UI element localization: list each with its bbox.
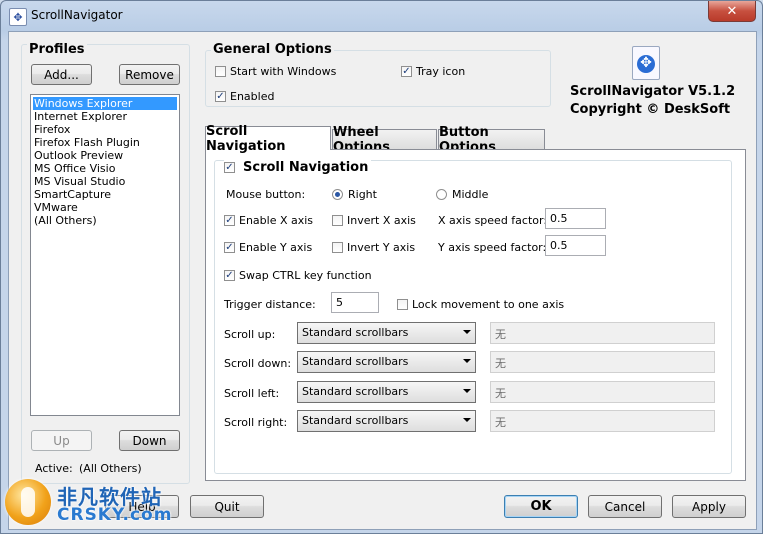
general-options-title: General Options	[211, 42, 334, 57]
invert-x-axis-checkbox[interactable]: Invert X axis	[332, 214, 416, 227]
list-item[interactable]: SmartCapture	[33, 188, 177, 201]
chevron-down-icon	[463, 418, 471, 422]
scroll-navigator-icon: ✥	[9, 8, 27, 26]
chevron-down-icon	[463, 359, 471, 363]
scroll-right-select[interactable]: Standard scrollbars	[297, 410, 476, 432]
ok-button[interactable]: OK	[504, 495, 578, 518]
tray-icon-check: ✓	[401, 65, 412, 77]
remove-profile-button[interactable]: Remove	[119, 64, 180, 85]
profiles-title: Profiles	[27, 42, 87, 57]
x-speed-label: X axis speed factor:	[438, 214, 548, 227]
watermark-en: CRSKY.com	[57, 505, 173, 525]
enabled-check: ✓	[215, 90, 226, 102]
tab-wheel-options[interactable]: Wheel Options	[332, 125, 437, 155]
move-up-button[interactable]: Up	[31, 430, 92, 451]
tab-button-options[interactable]: Button Options	[438, 125, 545, 155]
title-bar[interactable]: ✥ ScrollNavigator ✕	[1, 1, 762, 31]
scroll-right-hotkey[interactable]: 无	[490, 410, 715, 432]
scroll-left-hotkey[interactable]: 无	[490, 381, 715, 403]
scroll-navigation-checkbox[interactable]: ✓ Scroll Navigation	[224, 160, 372, 175]
list-item[interactable]: Windows Explorer	[33, 97, 177, 110]
copyright: Copyright © DeskSoft	[570, 102, 731, 117]
scroll-navigator-logo-icon: ✥	[632, 46, 660, 80]
list-item[interactable]: Firefox	[33, 123, 177, 136]
middle-button-radio[interactable]: Middle	[436, 188, 488, 201]
right-button-radio[interactable]: Right	[332, 188, 377, 201]
mouse-button-label: Mouse button:	[226, 188, 306, 201]
enable-x-axis-checkbox[interactable]: ✓ Enable X axis	[224, 214, 313, 227]
enable-y-axis-check: ✓	[224, 241, 235, 253]
main-window: ✥ ScrollNavigator ✕ Profiles Add... Remo…	[0, 0, 763, 534]
enabled-checkbox[interactable]: ✓ Enabled	[215, 90, 274, 103]
scroll-navigation-check: ✓	[224, 161, 235, 173]
invert-y-axis-check	[332, 242, 343, 253]
quit-button[interactable]: Quit	[190, 495, 264, 518]
enable-x-axis-check: ✓	[224, 214, 235, 226]
scroll-right-label: Scroll right:	[224, 416, 288, 429]
start-with-windows-checkbox[interactable]: Start with Windows	[215, 65, 336, 78]
right-radio-dot	[335, 192, 340, 197]
active-profile-value: (All Others)	[79, 462, 142, 475]
close-button[interactable]: ✕	[708, 1, 756, 22]
middle-radio-circle	[436, 189, 447, 200]
scroll-up-label: Scroll up:	[224, 328, 276, 341]
watermark: 非凡软件站 CRSKY.com	[1, 475, 171, 533]
x-speed-input[interactable]: 0.5	[545, 208, 606, 229]
cancel-button[interactable]: Cancel	[588, 495, 662, 518]
invert-y-axis-checkbox[interactable]: Invert Y axis	[332, 241, 415, 254]
apply-button[interactable]: Apply	[672, 495, 746, 518]
active-label: Active:	[35, 462, 73, 475]
list-item[interactable]: Outlook Preview	[33, 149, 177, 162]
chevron-down-icon	[463, 389, 471, 393]
add-profile-button[interactable]: Add...	[31, 64, 92, 85]
swap-ctrl-check: ✓	[224, 269, 235, 281]
window-title: ScrollNavigator	[31, 8, 123, 22]
client-area: Profiles Add... Remove Windows Explorer I…	[8, 31, 757, 530]
trigger-distance-label: Trigger distance:	[224, 298, 316, 311]
trigger-distance-input[interactable]: 5	[331, 292, 379, 313]
watermark-logo-icon	[5, 479, 51, 525]
list-item[interactable]: MS Office Visio	[33, 162, 177, 175]
list-item[interactable]: MS Visual Studio	[33, 175, 177, 188]
scroll-down-hotkey[interactable]: 无	[490, 351, 715, 373]
tray-icon-checkbox[interactable]: ✓ Tray icon	[401, 65, 465, 78]
list-item[interactable]: VMware	[33, 201, 177, 214]
list-item[interactable]: Internet Explorer	[33, 110, 177, 123]
move-down-button[interactable]: Down	[119, 430, 180, 451]
right-radio-circle	[332, 189, 343, 200]
y-speed-input[interactable]: 0.5	[545, 235, 606, 256]
list-item[interactable]: Firefox Flash Plugin	[33, 136, 177, 149]
swap-ctrl-checkbox[interactable]: ✓ Swap CTRL key function	[224, 269, 372, 282]
scroll-down-select[interactable]: Standard scrollbars	[297, 351, 476, 373]
scroll-down-label: Scroll down:	[224, 357, 292, 370]
lock-movement-checkbox[interactable]: Lock movement to one axis	[397, 298, 564, 311]
invert-x-axis-check	[332, 215, 343, 226]
product-version: ScrollNavigator V5.1.2	[570, 84, 736, 99]
chevron-down-icon	[463, 330, 471, 334]
scroll-left-select[interactable]: Standard scrollbars	[297, 381, 476, 403]
scroll-left-label: Scroll left:	[224, 387, 280, 400]
profiles-list[interactable]: Windows Explorer Internet Explorer Firefox…	[30, 94, 180, 416]
scroll-up-hotkey[interactable]: 无	[490, 322, 715, 344]
lock-movement-check	[397, 299, 408, 310]
tab-scroll-navigation[interactable]: Scroll Navigation	[205, 124, 331, 154]
start-with-windows-check	[215, 66, 226, 77]
y-speed-label: Y axis speed factor:	[438, 241, 547, 254]
enable-y-axis-checkbox[interactable]: ✓ Enable Y axis	[224, 241, 312, 254]
list-item[interactable]: (All Others)	[33, 214, 177, 227]
scroll-navigation-panel: ✓ Scroll Navigation Mouse button: Right …	[205, 149, 746, 481]
scroll-up-select[interactable]: Standard scrollbars	[297, 322, 476, 344]
